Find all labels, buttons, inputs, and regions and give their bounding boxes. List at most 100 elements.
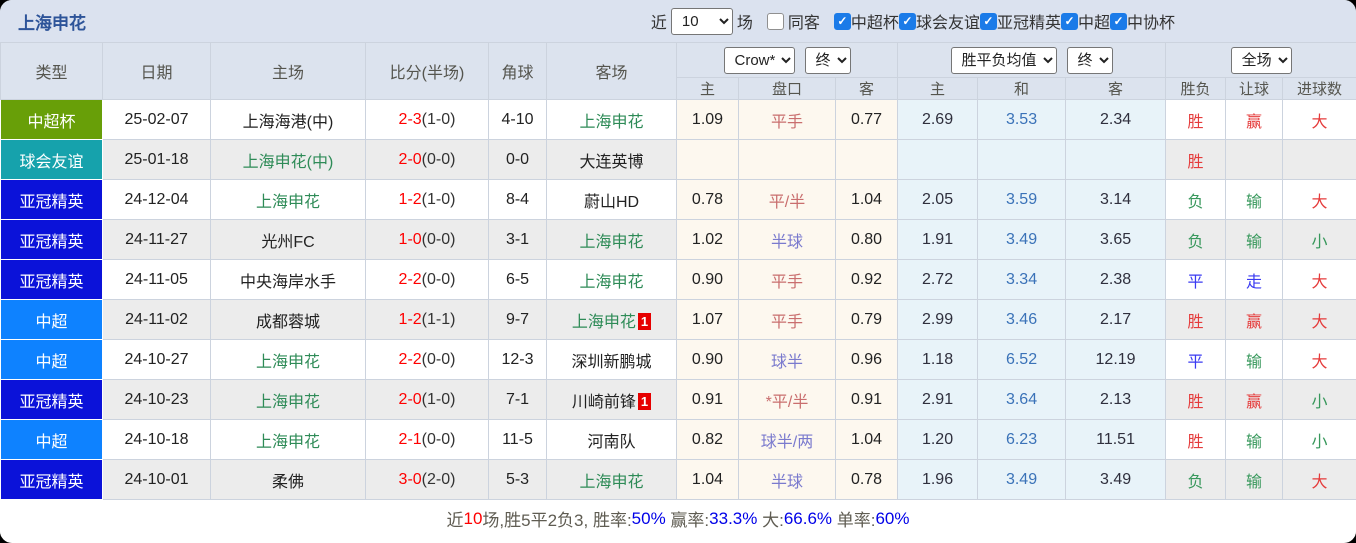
summary-segment: 10	[463, 508, 483, 528]
away-team-name: 上海申花	[571, 313, 636, 331]
subheader-result: 胜负	[1165, 77, 1227, 100]
match-type: 中超杯	[0, 99, 103, 140]
away-team: 大连英博	[546, 139, 677, 180]
summary-segment: 66.6%	[783, 508, 833, 528]
home-team: 上海申花(中)	[210, 139, 366, 180]
recent-count-select[interactable]: 10	[670, 7, 733, 35]
summary-segment: 近	[446, 511, 464, 530]
handicap-line: 平/半	[738, 179, 836, 220]
handicap-home-odds: 1.04	[676, 459, 739, 500]
bookmaker-select[interactable]: Crow*	[723, 46, 795, 74]
handicap-line: 平手	[738, 259, 836, 300]
league-filter-friendly: 球会友谊	[898, 9, 980, 33]
goals-result: 大	[1282, 99, 1356, 140]
avg-header-group: 胜平负均值 终	[897, 42, 1167, 78]
corner-count: 9-7	[488, 299, 547, 340]
matches-table: 类型 日期 主场 比分(半场) 角球 客场 Crow* 终 胜平负均值 终 全场…	[0, 42, 1356, 500]
match-date: 24-10-27	[102, 339, 211, 380]
away-team-name: 深圳新鹏城	[571, 353, 652, 371]
avg-state-select[interactable]: 终	[1066, 46, 1113, 74]
avg-draw-odds: 3.46	[977, 299, 1067, 340]
avg-home-odds	[897, 139, 979, 180]
avg-away-odds: 2.17	[1065, 299, 1167, 340]
away-team: 上海申花	[546, 219, 677, 260]
avg-type-select[interactable]: 胜平负均值	[950, 46, 1057, 74]
page: 上海申花 近 10 场 同客 中超杯 球会友谊 亚冠精英 中超	[0, 0, 1356, 543]
away-team: 深圳新鹏城	[546, 339, 677, 380]
handicap-away-odds: 1.04	[834, 419, 899, 460]
match-date: 25-02-07	[102, 99, 211, 140]
match-date: 24-10-18	[102, 419, 211, 460]
away-team-name: 大连英博	[579, 153, 644, 171]
score-cell: 3-0(2-0)	[365, 459, 489, 500]
full-time-score: 2-2	[398, 270, 422, 288]
avg-draw-odds: 3.34	[977, 259, 1067, 300]
handicap-result: 赢	[1225, 299, 1284, 340]
handicap-away-odds	[834, 139, 899, 180]
corner-count: 5-3	[488, 459, 547, 500]
away-team: 上海申花	[546, 459, 677, 500]
avg-home-odds: 1.91	[897, 219, 979, 260]
subheader-ah-line: 盘口	[738, 77, 836, 100]
handicap-away-odds: 0.79	[834, 299, 899, 340]
handicap-line: 平手	[738, 299, 836, 340]
avg-home-odds: 2.91	[897, 379, 979, 420]
goals-result: 大	[1282, 339, 1356, 380]
handicap-away-odds: 0.77	[834, 99, 899, 140]
full-time-score: 2-0	[398, 390, 422, 408]
handicap-result: 赢	[1225, 379, 1284, 420]
avg-away-odds: 2.38	[1065, 259, 1167, 300]
full-time-score: 2-3	[398, 110, 422, 128]
away-team-name: 川崎前锋	[571, 393, 636, 411]
match-date: 24-10-23	[102, 379, 211, 420]
filter-bar: 近 10 场 同客 中超杯 球会友谊 亚冠精英 中超	[647, 7, 1356, 35]
handicap-state-select[interactable]: 终	[804, 46, 851, 74]
away-team-name: 上海申花	[579, 233, 644, 251]
away-team-name: 河南队	[587, 433, 636, 451]
win-loss-result: 负	[1165, 179, 1227, 220]
avg-draw-odds: 6.52	[977, 339, 1067, 380]
league-filter-checkbox-3[interactable]	[1060, 12, 1078, 30]
away-team: 上海申花	[546, 259, 677, 300]
corner-count: 6-5	[488, 259, 547, 300]
half-time-score: (2-0)	[421, 470, 456, 488]
games-label: 场	[736, 15, 753, 32]
league-filter-label: 球会友谊	[915, 15, 980, 32]
handicap-line: 平手	[738, 99, 836, 140]
win-loss-result: 胜	[1165, 299, 1227, 340]
home-team: 上海申花	[210, 419, 366, 460]
avg-home-odds: 1.20	[897, 419, 979, 460]
match-date: 24-11-02	[102, 299, 211, 340]
match-type: 亚冠精英	[0, 219, 103, 260]
scope-select[interactable]: 全场	[1230, 46, 1292, 74]
half-time-score: (0-0)	[421, 150, 456, 168]
win-loss-result: 负	[1165, 459, 1227, 500]
match-type: 亚冠精英	[0, 459, 103, 500]
subheader-ah-home: 主	[676, 77, 739, 100]
same-away-checkbox[interactable]	[766, 12, 784, 30]
summary-segment: 33.3%	[709, 508, 758, 528]
handicap-result: 输	[1225, 339, 1284, 380]
half-time-score: (0-0)	[421, 350, 456, 368]
league-filter-checkbox-2[interactable]	[979, 12, 997, 30]
red-card-badge: 1	[637, 312, 652, 330]
score-cell: 2-2(0-0)	[365, 259, 489, 300]
handicap-home-odds: 1.02	[676, 219, 739, 260]
away-team: 蔚山HD	[546, 179, 677, 220]
summary-segment: 60%	[875, 508, 910, 528]
half-time-score: (0-0)	[421, 230, 456, 248]
league-filter-csl: 中超	[1060, 9, 1110, 33]
win-loss-result: 胜	[1165, 99, 1227, 140]
away-team-name: 上海申花	[579, 113, 644, 131]
home-team: 成都蓉城	[210, 299, 366, 340]
match-date: 24-12-04	[102, 179, 211, 220]
win-loss-result: 胜	[1165, 139, 1227, 180]
avg-away-odds: 3.14	[1065, 179, 1167, 220]
league-filter-checkbox-1[interactable]	[898, 12, 916, 30]
league-filter-checkbox-4[interactable]	[1109, 12, 1127, 30]
home-team: 上海海港(中)	[210, 99, 366, 140]
col-header-corner: 角球	[488, 42, 547, 100]
league-filter-checkbox-0[interactable]	[833, 12, 851, 30]
match-type: 亚冠精英	[0, 379, 103, 420]
summary-segment: 赢率:	[665, 511, 710, 530]
